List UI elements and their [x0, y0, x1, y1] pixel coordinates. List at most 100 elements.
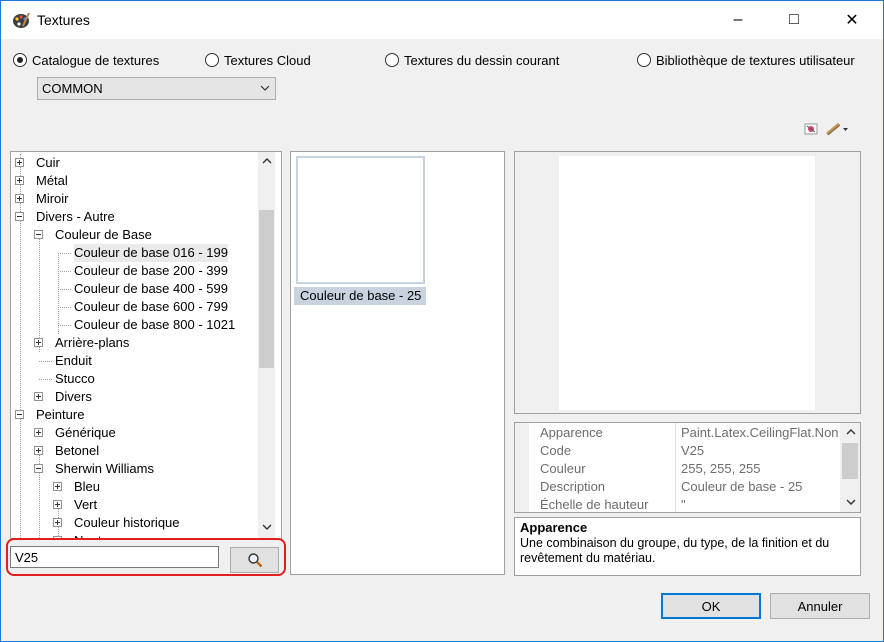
radio-indicator[interactable] — [385, 53, 399, 67]
tree-item[interactable]: Stucco — [55, 370, 95, 388]
toolbar — [803, 119, 849, 139]
texture-preview — [514, 151, 861, 414]
close-button[interactable]: ✕ — [829, 1, 875, 39]
palette-icon — [13, 12, 30, 28]
tree-item[interactable]: Bleu — [74, 478, 100, 496]
collapse-minus-icon[interactable] — [34, 230, 43, 239]
radio-label: Textures du dessin courant — [404, 52, 560, 68]
search-input[interactable] — [10, 546, 219, 568]
radio-cloud[interactable]: Textures Cloud — [205, 51, 311, 69]
tree-connector — [39, 379, 52, 380]
tree-connector — [39, 361, 52, 362]
property-scrollbar[interactable] — [840, 423, 860, 512]
collapse-minus-icon[interactable] — [15, 212, 24, 221]
property-name: Couleur — [540, 461, 586, 476]
tree-connector — [39, 235, 40, 352]
tree-item[interactable]: Divers — [55, 388, 92, 406]
tree-item[interactable]: Couleur historique — [74, 514, 180, 532]
texture-thumbnails: Couleur de base - 25 — [290, 151, 505, 575]
property-value: " — [681, 497, 686, 512]
tree-item[interactable]: Couleur de Base — [55, 226, 152, 244]
title-bar: Textures – □ ✕ — [1, 1, 883, 39]
maximize-button[interactable]: □ — [771, 1, 817, 39]
catalog-select-value: COMMON — [42, 81, 103, 96]
tree-connector — [58, 253, 59, 334]
chevron-up-icon[interactable] — [842, 423, 859, 440]
tree-item[interactable]: Peinture — [36, 406, 84, 424]
tree-item[interactable]: Miroir — [36, 190, 69, 208]
expand-plus-icon[interactable] — [34, 338, 43, 347]
radio-indicator[interactable] — [637, 53, 651, 67]
radio-label: Textures Cloud — [224, 52, 311, 68]
expand-plus-icon[interactable] — [15, 158, 24, 167]
radio-user-library[interactable]: Bibliothèque de textures utilisateur — [637, 51, 855, 69]
texture-thumbnail[interactable] — [296, 156, 425, 284]
tree-item[interactable]: Couleur de base 600 - 799 — [74, 298, 228, 316]
chevron-down-icon[interactable] — [842, 493, 859, 510]
property-value: Paint.Latex.CeilingFlat.Non — [681, 425, 839, 440]
chevron-down-icon[interactable] — [258, 518, 275, 535]
property-row[interactable]: Code V25 — [515, 442, 841, 460]
texture-preview-image — [559, 156, 815, 410]
property-name: Apparence — [540, 425, 603, 440]
tree-item[interactable]: Couleur de base 016 - 199 — [74, 244, 228, 262]
tree-item[interactable]: Betonel — [55, 442, 99, 460]
radio-catalogue[interactable]: Catalogue de textures — [13, 51, 159, 69]
tree-connector — [58, 307, 71, 308]
description-text: Une combinaison du groupe, du type, de l… — [520, 536, 830, 565]
expand-plus-icon[interactable] — [53, 500, 62, 509]
cancel-button[interactable]: Annuler — [770, 593, 870, 619]
window-title: Textures — [37, 12, 90, 28]
tree-item[interactable]: Divers - Autre — [36, 208, 115, 226]
expand-plus-icon[interactable] — [34, 428, 43, 437]
property-name: Description — [540, 479, 606, 494]
brush-dropdown-icon[interactable] — [825, 121, 849, 137]
expand-plus-icon[interactable] — [53, 482, 62, 491]
tree-connector — [58, 325, 71, 326]
property-name: Échelle de hauteur — [540, 497, 649, 512]
tree-item[interactable]: Enduit — [55, 352, 92, 370]
tree-connector — [58, 271, 71, 272]
property-grid: Apparence Paint.Latex.CeilingFlat.Non Code… — [514, 422, 861, 513]
collapse-minus-icon[interactable] — [34, 464, 43, 473]
tree-item[interactable]: Arrière-plans — [55, 334, 129, 352]
texture-thumbnail-label[interactable]: Couleur de base - 25 — [294, 287, 426, 305]
ok-button[interactable]: OK — [661, 593, 761, 619]
catalog-select[interactable]: COMMON — [37, 77, 276, 100]
tree-item[interactable]: Vert — [74, 496, 97, 514]
tree-item[interactable]: Couleur de base 800 - 1021 — [74, 316, 235, 334]
textures-dialog: Textures – □ ✕ Catalogue de textures Tex… — [0, 0, 884, 642]
tree-item[interactable]: Cuir — [36, 154, 60, 172]
scrollbar-thumb[interactable] — [842, 443, 858, 479]
property-row[interactable]: Couleur 255, 255, 255 — [515, 460, 841, 478]
scrollbar-thumb[interactable] — [259, 210, 274, 368]
minimize-button[interactable]: – — [715, 1, 761, 39]
expand-plus-icon[interactable] — [53, 518, 62, 527]
property-row[interactable]: Apparence Paint.Latex.CeilingFlat.Non — [515, 424, 841, 442]
expand-plus-icon[interactable] — [15, 176, 24, 185]
property-row[interactable]: Description Couleur de base - 25 — [515, 478, 841, 496]
tree-connector — [58, 289, 71, 290]
radio-indicator[interactable] — [13, 53, 27, 67]
texture-tool-icon[interactable] — [803, 121, 819, 137]
property-value: V25 — [681, 443, 705, 458]
tree-item[interactable]: Sherwin Williams — [55, 460, 154, 478]
tree-scrollbar[interactable] — [258, 152, 275, 538]
tree-item[interactable]: Couleur de base 200 - 399 — [74, 262, 228, 280]
search-button[interactable] — [230, 547, 279, 573]
collapse-minus-icon[interactable] — [15, 410, 24, 419]
property-value: 255, 255, 255 — [681, 461, 761, 476]
property-description: Apparence Une combinaison du groupe, du … — [514, 517, 861, 576]
tree-item[interactable]: Couleur de base 400 - 599 — [74, 280, 228, 298]
radio-current-drawing[interactable]: Textures du dessin courant — [385, 51, 559, 69]
property-row[interactable]: Échelle de hauteur " — [515, 496, 841, 512]
tree-item[interactable]: Métal — [36, 172, 68, 190]
category-tree[interactable]: Cuir Métal Miroir Divers - Autre Couleur de … — [10, 151, 282, 539]
expand-plus-icon[interactable] — [15, 194, 24, 203]
expand-plus-icon[interactable] — [34, 392, 43, 401]
chevron-up-icon[interactable] — [258, 152, 275, 169]
radio-indicator[interactable] — [205, 53, 219, 67]
tree-item[interactable]: Générique — [55, 424, 116, 442]
radio-label: Bibliothèque de textures utilisateur — [656, 52, 855, 68]
expand-plus-icon[interactable] — [34, 446, 43, 455]
